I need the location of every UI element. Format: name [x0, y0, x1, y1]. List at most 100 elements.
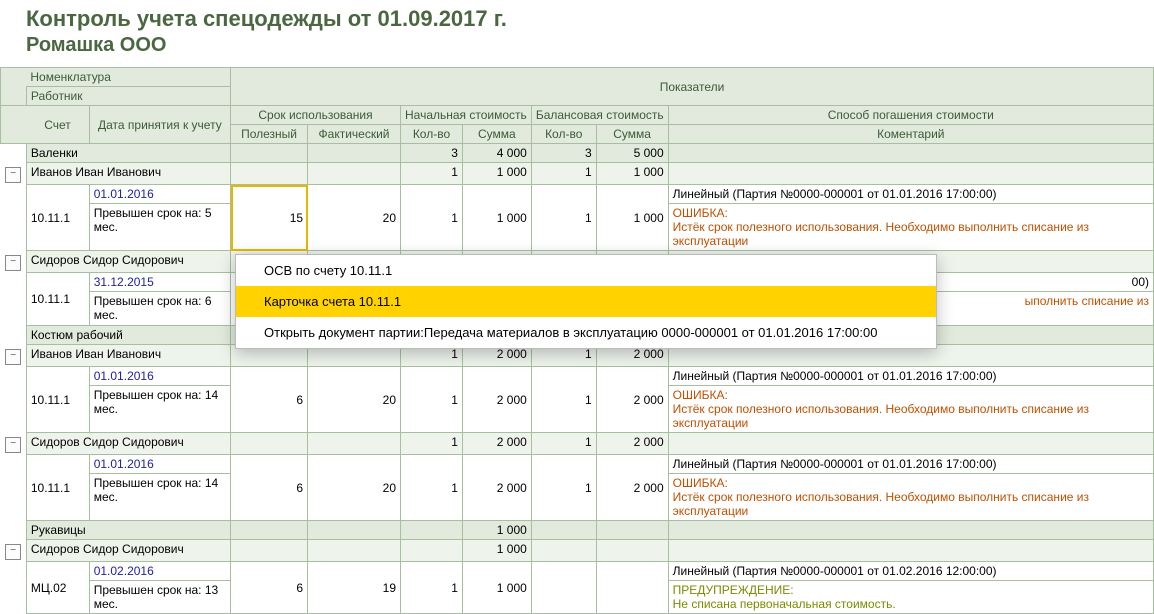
group-name: Костюм рабочий: [26, 326, 230, 345]
cell-account: 10.11.1: [26, 367, 89, 433]
report-title: Контроль учета спецодежды от 01.09.2017 …: [0, 0, 1154, 32]
collapse-icon[interactable]: −: [5, 167, 21, 183]
cell-overdue: Превышен срок на: 14 мес.: [89, 386, 230, 433]
worker-row[interactable]: − Сидоров Сидор Сидорович 1 2 000 1 2 00…: [1, 433, 1154, 455]
collapse-icon[interactable]: −: [5, 437, 21, 453]
collapse-icon[interactable]: −: [5, 349, 21, 365]
group-row[interactable]: Валенки 3 4 000 3 5 000: [1, 144, 1154, 163]
data-row[interactable]: 10.11.1 01.01.2016 6 20 1 2 000 1 2 000 …: [1, 367, 1154, 386]
cell-date: 01.01.2016: [89, 455, 230, 474]
cell: 1: [531, 185, 596, 251]
col-initial-cost: Начальная стоимость: [401, 106, 532, 125]
col-qty2: Кол-во: [531, 125, 596, 144]
cell-repay: Линейный (Партия №0000-000001 от 01.01.2…: [668, 367, 1153, 386]
cell: 19: [308, 562, 401, 614]
cell: 3: [401, 144, 463, 163]
col-balance-cost: Балансовая стоимость: [531, 106, 668, 125]
data-row[interactable]: 10.11.1 01.01.2016 6 20 1 2 000 1 2 000 …: [1, 455, 1154, 474]
cell-account: МЦ.02: [26, 562, 89, 614]
col-worker: Работник: [26, 87, 230, 106]
worker-name: Иванов Иван Иванович: [26, 163, 230, 185]
cell-overdue: Превышен срок на: 13 мес.: [89, 581, 230, 614]
cell: 3: [531, 144, 596, 163]
cell: 5 000: [596, 144, 668, 163]
col-comment: Коментарий: [668, 125, 1153, 144]
context-menu-item[interactable]: Открыть документ партии:Передача материа…: [236, 317, 936, 348]
worker-name: Сидоров Сидор Сидорович: [26, 251, 230, 273]
cell: 1: [531, 367, 596, 433]
cell-useful[interactable]: 15: [231, 185, 308, 251]
cell: 2 000: [596, 455, 668, 521]
cell: 6: [231, 367, 308, 433]
cell-error: ОШИБКА: Истёк срок полезного использован…: [668, 386, 1153, 433]
cell: 2 000: [596, 367, 668, 433]
data-row[interactable]: МЦ.02 01.02.2016 6 19 1 1 000 Линейный (…: [1, 562, 1154, 581]
group-row[interactable]: Рукавицы 1 000: [1, 521, 1154, 540]
cell: 1: [531, 455, 596, 521]
col-accept-date: Дата принятия к учету: [89, 106, 230, 144]
data-row[interactable]: 10.11.1 01.01.2016 15 20 1 1 000 1 1 000…: [1, 185, 1154, 204]
col-nomenclature: Номенклатура: [26, 68, 230, 87]
col-useful: Полезный: [231, 125, 308, 144]
collapse-icon[interactable]: −: [5, 255, 21, 271]
col-account: Счет: [26, 106, 89, 144]
cell: 1 000: [596, 163, 668, 185]
col-actual: Фактический: [308, 125, 401, 144]
cell: 1: [401, 562, 463, 614]
cell: 1 000: [462, 540, 531, 562]
worker-name: Сидоров Сидор Сидорович: [26, 433, 230, 455]
col-indicators: Показатели: [231, 68, 1154, 106]
cell-repay: Линейный (Партия №0000-000001 от 01.01.2…: [668, 185, 1153, 204]
cell-date: 01.01.2016: [89, 367, 230, 386]
cell: 1: [401, 185, 463, 251]
cell: 4 000: [462, 144, 531, 163]
cell-overdue: Превышен срок на: 14 мес.: [89, 474, 230, 521]
cell: 1: [401, 455, 463, 521]
cell-error: ОШИБКА: Истёк срок полезного использован…: [668, 204, 1153, 251]
cell-account: 10.11.1: [26, 273, 89, 326]
col-sum2: Сумма: [596, 125, 668, 144]
cell-overdue: Превышен срок на: 6 мес.: [89, 292, 230, 326]
cell-repay: Линейный (Партия №0000-000001 от 01.01.2…: [668, 455, 1153, 474]
company-name: Ромашка ООО: [0, 32, 1154, 67]
cell: 1: [531, 163, 596, 185]
group-name: Рукавицы: [26, 521, 230, 540]
col-repay: Способ погашения стоимости: [668, 106, 1153, 125]
cell: 1 000: [462, 562, 531, 614]
cell-warn: ПРЕДУПРЕЖДЕНИЕ: Не списана первоначальна…: [668, 581, 1153, 614]
cell: 20: [308, 367, 401, 433]
cell: 20: [308, 185, 401, 251]
col-qty1: Кол-во: [401, 125, 463, 144]
context-menu[interactable]: ОСВ по счету 10.11.1 Карточка счета 10.1…: [235, 254, 937, 349]
cell-overdue: Превышен срок на: 5 мес.: [89, 204, 230, 251]
group-name: Валенки: [26, 144, 230, 163]
cell-date: 01.02.2016: [89, 562, 230, 581]
cell: 6: [231, 562, 308, 614]
context-menu-item[interactable]: Карточка счета 10.11.1: [236, 286, 936, 317]
cell-error: ОШИБКА: Истёк срок полезного использован…: [668, 474, 1153, 521]
cell: 2 000: [462, 367, 531, 433]
worker-name: Сидоров Сидор Сидорович: [26, 540, 230, 562]
col-sum1: Сумма: [462, 125, 531, 144]
worker-row[interactable]: − Сидоров Сидор Сидорович 1 000: [1, 540, 1154, 562]
col-usage: Срок использования: [231, 106, 401, 125]
cell: 1: [531, 433, 596, 455]
cell: 2 000: [462, 455, 531, 521]
cell-date: 31.12.2015: [89, 273, 230, 292]
cell: 20: [308, 455, 401, 521]
cell: 1: [401, 367, 463, 433]
cell-account: 10.11.1: [26, 455, 89, 521]
cell: 6: [231, 455, 308, 521]
cell: 1 000: [462, 521, 531, 540]
cell: 1: [401, 433, 463, 455]
cell: 1 000: [596, 185, 668, 251]
cell-repay: Линейный (Партия №0000-000001 от 01.02.2…: [668, 562, 1153, 581]
cell-date: 01.01.2016: [89, 185, 230, 204]
worker-name: Иванов Иван Иванович: [26, 345, 230, 367]
worker-row[interactable]: − Иванов Иван Иванович 1 1 000 1 1 000: [1, 163, 1154, 185]
cell: 1: [401, 163, 463, 185]
cell: 1 000: [462, 163, 531, 185]
collapse-icon[interactable]: −: [5, 544, 21, 560]
context-menu-item[interactable]: ОСВ по счету 10.11.1: [236, 255, 936, 286]
cell: 2 000: [596, 433, 668, 455]
